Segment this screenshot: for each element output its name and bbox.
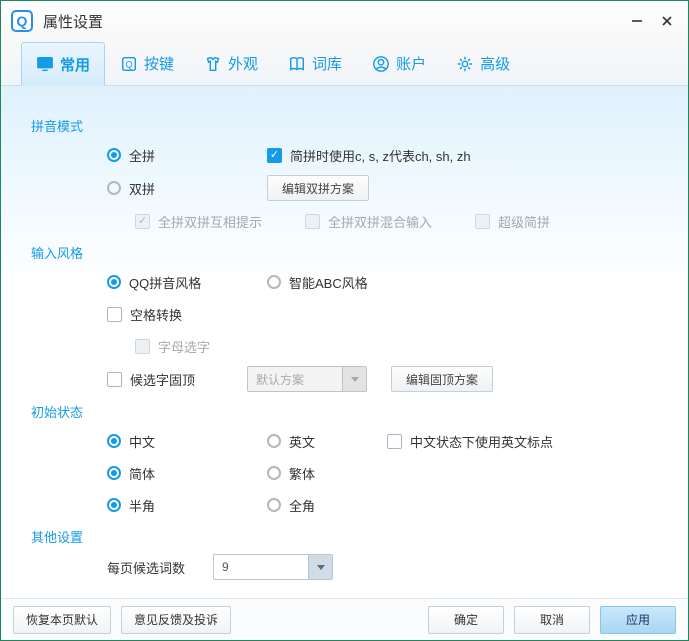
chevron-down-icon — [308, 555, 332, 579]
window-title: 属性设置 — [43, 11, 103, 32]
radio-label: 半角 — [129, 496, 155, 515]
tab-label: 词库 — [312, 53, 342, 74]
radio-label: 简体 — [129, 464, 155, 483]
ok-button[interactable]: 确定 — [428, 606, 504, 634]
checkbox-label: 全拼双拼互相提示 — [158, 212, 262, 231]
radio-double-pinyin[interactable] — [107, 181, 121, 195]
svg-text:Q: Q — [126, 59, 133, 69]
close-button[interactable] — [652, 6, 682, 36]
tab-label: 常用 — [60, 54, 90, 75]
checkbox-label: 中文状态下使用英文标点 — [410, 432, 553, 451]
radio-label: 英文 — [289, 432, 315, 451]
radio-label: 全拼 — [129, 146, 155, 165]
radio-label: 全角 — [289, 496, 315, 515]
radio-label: QQ拼音风格 — [129, 273, 201, 292]
radio-traditional[interactable] — [267, 466, 281, 480]
per-page-label: 每页候选词数 — [107, 558, 201, 577]
checkbox-label: 空格转换 — [130, 305, 182, 324]
edit-double-scheme-button[interactable]: 编辑双拼方案 — [267, 175, 369, 201]
user-icon — [372, 55, 390, 73]
apply-button[interactable]: 应用 — [600, 606, 676, 634]
checkbox-label: 候选字固顶 — [130, 370, 195, 389]
checkbox-label: 超级简拼 — [498, 212, 550, 231]
radio-label: 双拼 — [129, 179, 155, 198]
radio-label: 中文 — [129, 432, 155, 451]
checkbox-simple-csz[interactable] — [267, 148, 282, 163]
key-icon: Q — [120, 55, 138, 73]
footer-bar: 恢复本页默认 意见反馈及投诉 确定 取消 应用 — [1, 598, 688, 640]
radio-full-pinyin[interactable] — [107, 148, 121, 162]
content-area: 拼音模式 全拼 简拼时使用c, s, z代表ch, sh, zh 双拼 编辑双拼… — [1, 86, 688, 599]
checkbox-letter-select — [135, 339, 150, 354]
tab-keys[interactable]: Q 按键 — [105, 41, 189, 85]
monitor-icon — [36, 55, 54, 73]
chevron-down-icon — [342, 367, 366, 391]
gear-icon — [456, 55, 474, 73]
checkbox-super-simple — [475, 214, 490, 229]
radio-english[interactable] — [267, 434, 281, 448]
checkbox-label: 字母选字 — [158, 337, 210, 356]
radio-simplified[interactable] — [107, 466, 121, 480]
tab-dict[interactable]: 词库 — [273, 41, 357, 85]
checkbox-fixed-top[interactable] — [107, 372, 122, 387]
select-candidates-per-page[interactable]: 9 — [213, 554, 333, 580]
radio-fullwidth[interactable] — [267, 498, 281, 512]
checkbox-mix-hint — [135, 214, 150, 229]
checkbox-mix-input — [305, 214, 320, 229]
edit-top-scheme-button[interactable]: 编辑固顶方案 — [391, 366, 493, 392]
book-icon — [288, 55, 306, 73]
tab-label: 按键 — [144, 53, 174, 74]
checkbox-en-punct-in-cn[interactable] — [387, 434, 402, 449]
tab-account[interactable]: 账户 — [357, 41, 441, 85]
radio-label: 智能ABC风格 — [289, 273, 368, 292]
tab-advanced[interactable]: 高级 — [441, 41, 525, 85]
radio-halfwidth[interactable] — [107, 498, 121, 512]
restore-defaults-button[interactable]: 恢复本页默认 — [13, 606, 111, 634]
section-other: 其他设置 — [31, 527, 658, 546]
radio-chinese[interactable] — [107, 434, 121, 448]
checkbox-space-convert[interactable] — [107, 307, 122, 322]
radio-label: 繁体 — [289, 464, 315, 483]
feedback-button[interactable]: 意见反馈及投诉 — [121, 606, 231, 634]
radio-qq-style[interactable] — [107, 275, 121, 289]
select-value: 默认方案 — [248, 371, 342, 388]
minimize-button[interactable] — [622, 6, 652, 36]
checkbox-label: 简拼时使用c, s, z代表ch, sh, zh — [290, 146, 471, 165]
checkbox-label: 全拼双拼混合输入 — [328, 212, 432, 231]
radio-abc-style[interactable] — [267, 275, 281, 289]
section-initial-state: 初始状态 — [31, 402, 658, 421]
tab-label: 外观 — [228, 53, 258, 74]
tab-bar: 常用 Q 按键 外观 词库 账户 高级 — [1, 41, 688, 86]
app-logo-icon — [11, 10, 33, 32]
shirt-icon — [204, 55, 222, 73]
title-bar: 属性设置 — [1, 1, 688, 41]
select-top-scheme: 默认方案 — [247, 366, 367, 392]
tab-common[interactable]: 常用 — [21, 42, 105, 86]
select-value: 9 — [214, 560, 308, 574]
section-pinyin-mode: 拼音模式 — [31, 116, 658, 135]
tab-label: 账户 — [396, 53, 426, 74]
section-input-style: 输入风格 — [31, 243, 658, 262]
cancel-button[interactable]: 取消 — [514, 606, 590, 634]
tab-appearance[interactable]: 外观 — [189, 41, 273, 85]
tab-label: 高级 — [480, 53, 510, 74]
